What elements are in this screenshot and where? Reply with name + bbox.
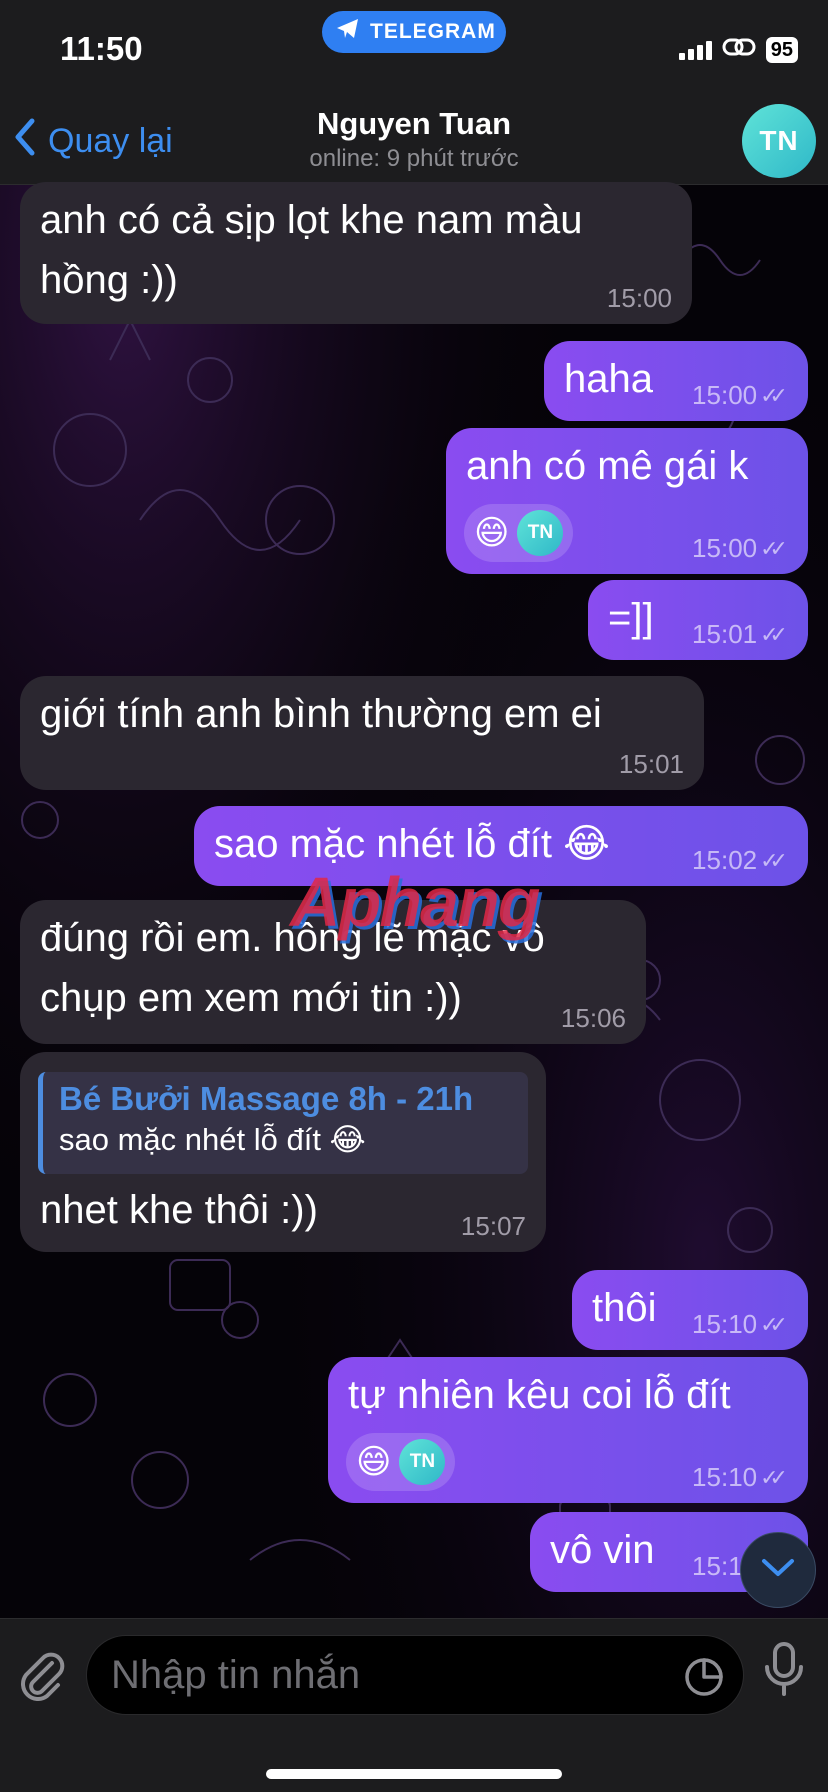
telegram-pill[interactable]: TELEGRAM [322, 11, 506, 53]
message-meta: 15:06 [561, 1003, 626, 1034]
message-time: 15:07 [460, 1211, 526, 1241]
reactor-avatar: TN [399, 1439, 446, 1485]
message-time: 15:00 [692, 380, 758, 410]
message-text: chụp em xem mới tin :)) [40, 976, 462, 1020]
reaction-emoji: 😄 [356, 1443, 392, 1481]
message-outgoing[interactable]: haha 15:00 ✓✓ [544, 341, 808, 421]
message-time: 15:00 [692, 533, 758, 563]
message-composer [0, 1618, 828, 1792]
message-meta: 15:02 ✓✓ [692, 845, 788, 876]
reply-sender: Bé Bưởi Massage 8h - 21h [59, 1080, 474, 1117]
message-text: giới tính anh bình thường em ei [40, 692, 602, 736]
message-text: anh có mê gái k [466, 444, 749, 488]
double-check-icon: ✓✓ [760, 621, 788, 647]
message-meta: 15:00 [607, 283, 672, 314]
status-time: 11:50 [60, 30, 143, 67]
message-meta: 15:10✓✓ [692, 1309, 788, 1340]
double-check-icon: ✓✓ [760, 382, 788, 408]
message-time: 15:00 [606, 283, 672, 313]
message-meta: 15:01 ✓✓ [692, 619, 788, 650]
message-incoming-reply[interactable]: Bé Bưởi Massage 8h - 21h sao mặc nhét lỗ… [20, 1052, 546, 1252]
sticker-icon[interactable] [683, 1656, 725, 1703]
watermark-logo: Aphang [290, 863, 541, 941]
navigation-header: 11:50 TELEGRAM 95 Quay lại Nguyen Tuan o… [0, 0, 828, 185]
home-indicator [266, 1769, 562, 1779]
telegram-pill-label: TELEGRAM [370, 20, 496, 43]
scroll-to-bottom-button[interactable] [740, 1532, 816, 1608]
reaction-emoji: 😄 [474, 514, 510, 552]
status-icons: 95 [678, 36, 798, 63]
message-outgoing[interactable]: tự nhiên kêu coi lỗ đít 😄 TN 15:10 ✓✓ [328, 1357, 808, 1503]
double-check-icon: ✓✓ [760, 847, 788, 873]
message-meta: 15:01 [619, 749, 684, 780]
message-text: nhet khe thôi :)) [40, 1188, 318, 1232]
signal-icon [678, 40, 712, 60]
reactor-avatar: TN [517, 510, 564, 556]
message-incoming[interactable]: giới tính anh bình thường em ei 15:01 [20, 676, 704, 790]
message-input-container [86, 1635, 744, 1715]
double-check-icon: ✓✓ [760, 1464, 788, 1490]
double-check-icon: ✓✓ [760, 1311, 788, 1337]
paperclip-icon[interactable] [18, 1649, 66, 1706]
message-outgoing[interactable]: thôi 15:10 ✓✓ [572, 1270, 808, 1350]
message-meta: 15:10✓✓ [692, 1462, 788, 1493]
double-check-icon: ✓✓ [760, 535, 788, 561]
paper-plane-icon [336, 18, 360, 46]
message-time: 15:10 [692, 1309, 758, 1339]
message-meta: 15:00 ✓✓ [692, 380, 788, 411]
message-text: hồng :)) [40, 258, 178, 302]
message-outgoing[interactable]: =]] 15:01 ✓✓ [588, 580, 808, 660]
message-meta: 15:00 ✓✓ [692, 533, 788, 564]
microphone-icon[interactable] [762, 1641, 806, 1702]
message-input[interactable] [111, 1636, 651, 1714]
reply-text: sao mặc nhét lỗ đít 😂 [59, 1122, 366, 1157]
message-time: 15:02 [692, 845, 758, 875]
chevron-down-icon [761, 1558, 795, 1583]
reply-quote[interactable]: Bé Bưởi Massage 8h - 21h sao mặc nhét lỗ… [38, 1072, 528, 1174]
reaction-chip[interactable]: 😄 TN [464, 504, 574, 562]
message-text: anh có cả sịp lọt khe nam màu [40, 198, 583, 242]
contact-status: online: 9 phút trước [309, 145, 519, 172]
avatar[interactable]: TN [742, 104, 816, 178]
battery-icon: 95 [765, 36, 798, 63]
message-time: 15:01 [618, 749, 684, 779]
message-text: tự nhiên kêu coi lỗ đít [348, 1373, 731, 1417]
link-icon [722, 36, 756, 63]
contact-name[interactable]: Nguyen Tuan [0, 106, 828, 142]
message-meta: 15:07 [461, 1211, 526, 1242]
message-outgoing[interactable]: anh có mê gái k 😄 TN 15:00 ✓✓ [446, 428, 808, 574]
message-incoming[interactable]: anh có cả sịp lọt khe nam màu hồng :)) 1… [20, 182, 692, 324]
message-time: 15:06 [560, 1003, 626, 1033]
reaction-chip[interactable]: 😄 TN [346, 1433, 456, 1491]
message-time: 15:01 [692, 619, 758, 649]
message-time: 15:10 [692, 1462, 758, 1492]
